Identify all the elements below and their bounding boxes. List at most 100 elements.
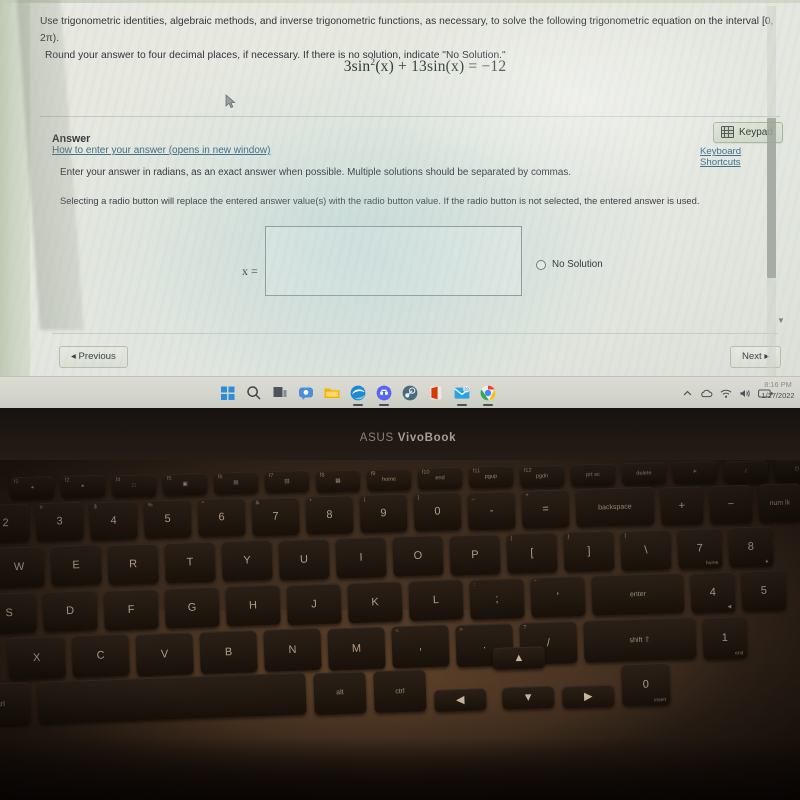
key-blank[interactable]: ☀ — [672, 460, 718, 485]
key-alt[interactable]: alt — [313, 671, 367, 715]
key-7[interactable]: 7 home — [677, 527, 723, 570]
key-home[interactable]: f9 home — [366, 467, 412, 492]
steam-icon[interactable] — [401, 384, 419, 402]
key-f[interactable]: F — [103, 588, 159, 631]
chrome-icon[interactable] — [479, 384, 497, 406]
key-ctrl[interactable]: ctrl — [0, 682, 31, 727]
key-j[interactable]: J — [286, 583, 342, 626]
key-blank[interactable]: − — [709, 484, 753, 524]
key-4[interactable]: 4 ◀ — [690, 571, 736, 614]
key-blank[interactable]: ▲ — [492, 646, 546, 670]
key-blank[interactable]: ◀ — [433, 687, 487, 712]
key-blank[interactable]: <, — [391, 624, 450, 669]
key-u[interactable]: U — [278, 538, 330, 581]
volume-icon[interactable] — [739, 388, 751, 399]
key-9[interactable]: (9 — [359, 493, 408, 534]
scrollbar-thumb[interactable] — [767, 118, 776, 278]
key-blank[interactable]: f1 ◂ — [9, 476, 55, 500]
key-m[interactable]: M — [327, 626, 386, 671]
key-pgup[interactable]: f11 pgup — [468, 465, 514, 489]
answer-instruction-1: Enter your answer in radians, as an exac… — [60, 167, 572, 178]
key-l[interactable]: L — [408, 579, 464, 622]
key-blank[interactable]: | \ — [620, 528, 672, 571]
key-k[interactable]: K — [347, 581, 403, 624]
key-n[interactable]: N — [263, 628, 322, 673]
key-5[interactable]: 5 — [741, 570, 787, 612]
key-num-lk[interactable]: num lk — [758, 483, 800, 523]
key-s[interactable]: S — [0, 592, 37, 635]
key-blank[interactable]: ▼ — [501, 686, 555, 710]
key-blank[interactable]: f4 □ — [111, 473, 157, 497]
key-backspace[interactable]: backspace — [575, 487, 655, 528]
key-e[interactable]: E — [50, 544, 102, 587]
key-blank[interactable]: f6 ▤ — [213, 471, 259, 495]
key-blank[interactable]: + = — [521, 489, 570, 529]
edge-icon[interactable] — [349, 384, 367, 406]
key-enter[interactable]: enter — [591, 572, 685, 617]
answer-help-link[interactable]: How to enter your answer (opens in new w… — [52, 145, 270, 156]
key-space[interactable] — [37, 672, 307, 725]
key-3[interactable]: #3 — [35, 501, 84, 542]
key-end[interactable]: f10 end — [417, 466, 463, 490]
vertical-scrollbar[interactable] — [767, 6, 776, 378]
key-i[interactable]: I — [335, 536, 387, 579]
key-d[interactable]: D — [42, 590, 98, 633]
key-x[interactable]: X — [7, 635, 66, 680]
key-c[interactable]: C — [71, 634, 130, 679]
no-solution-radio[interactable] — [536, 259, 546, 270]
key-1[interactable]: 1 end — [702, 615, 748, 660]
no-solution-option[interactable]: No Solution — [536, 259, 603, 270]
key-blank[interactable]: ▶ — [561, 684, 615, 709]
key-v[interactable]: V — [135, 632, 194, 677]
key-blank[interactable]: _ - — [467, 490, 516, 531]
key-7[interactable]: & 7 — [251, 496, 300, 536]
office-icon[interactable] — [427, 384, 445, 402]
key-blank[interactable]: f5 ▣ — [162, 472, 208, 496]
key-h[interactable]: H — [225, 585, 281, 627]
mail-icon[interactable]: 29 — [453, 384, 471, 406]
key-blank[interactable]: f8 ▦ — [315, 469, 361, 493]
chat-icon[interactable] — [297, 384, 315, 402]
key-blank[interactable]: f7 ▥ — [264, 470, 310, 494]
key-y[interactable]: Y — [221, 539, 273, 582]
key-o[interactable]: O — [392, 535, 444, 577]
wifi-icon[interactable] — [720, 388, 732, 399]
key-2[interactable]: @2 — [0, 503, 30, 543]
key-5[interactable]: % 5 — [143, 499, 192, 539]
key-pgdn[interactable]: f12 pgdn — [519, 464, 565, 488]
show-hidden-icons-icon[interactable] — [682, 388, 693, 399]
key-prt-sc[interactable]: prt sc — [570, 463, 616, 487]
answer-input[interactable] — [265, 226, 522, 296]
discord-icon[interactable] — [375, 384, 393, 406]
key-4[interactable]: $4 — [89, 500, 138, 541]
key-8[interactable]: * 8 — [305, 495, 354, 535]
key-t[interactable]: T — [164, 541, 216, 584]
key-0[interactable]: 0 insert — [621, 662, 671, 707]
key-p[interactable]: P — [449, 533, 501, 576]
key-b[interactable]: B — [199, 630, 258, 675]
key-blank[interactable]: {[ — [506, 532, 558, 574]
key-r[interactable]: R — [107, 543, 159, 585]
key-6[interactable]: ^ 6 — [197, 497, 246, 538]
file-explorer-icon[interactable] — [323, 384, 341, 402]
key-delete[interactable]: delete — [621, 461, 667, 486]
previous-button[interactable]: ◂ Previous — [59, 346, 128, 368]
key-0[interactable]: ) 0 — [413, 492, 462, 532]
key-blank[interactable]: " ' — [530, 576, 586, 618]
key-blank[interactable]: }] — [563, 530, 615, 573]
key-w[interactable]: W — [0, 546, 45, 588]
task-view-icon[interactable] — [271, 384, 289, 402]
start-icon[interactable] — [219, 384, 237, 402]
key-ctrl[interactable]: ctrl — [373, 669, 427, 714]
key-label: ▶ — [583, 690, 593, 703]
search-icon[interactable] — [245, 384, 263, 402]
key-8[interactable]: 8 ▲ — [728, 526, 774, 568]
key-blank[interactable]: + — [660, 485, 704, 526]
taskbar-clock[interactable]: 8:16 PM 1/27/2022 — [756, 379, 800, 401]
laptop-brand-logo: ASUS VivoBook — [360, 432, 456, 444]
key-blank[interactable]: f2 ▸ — [60, 474, 106, 499]
key-g[interactable]: G — [164, 586, 220, 629]
key-blank[interactable]: :; — [469, 577, 525, 620]
onedrive-icon[interactable] — [700, 388, 713, 399]
key-shift[interactable]: shift ⇧ — [583, 617, 697, 664]
